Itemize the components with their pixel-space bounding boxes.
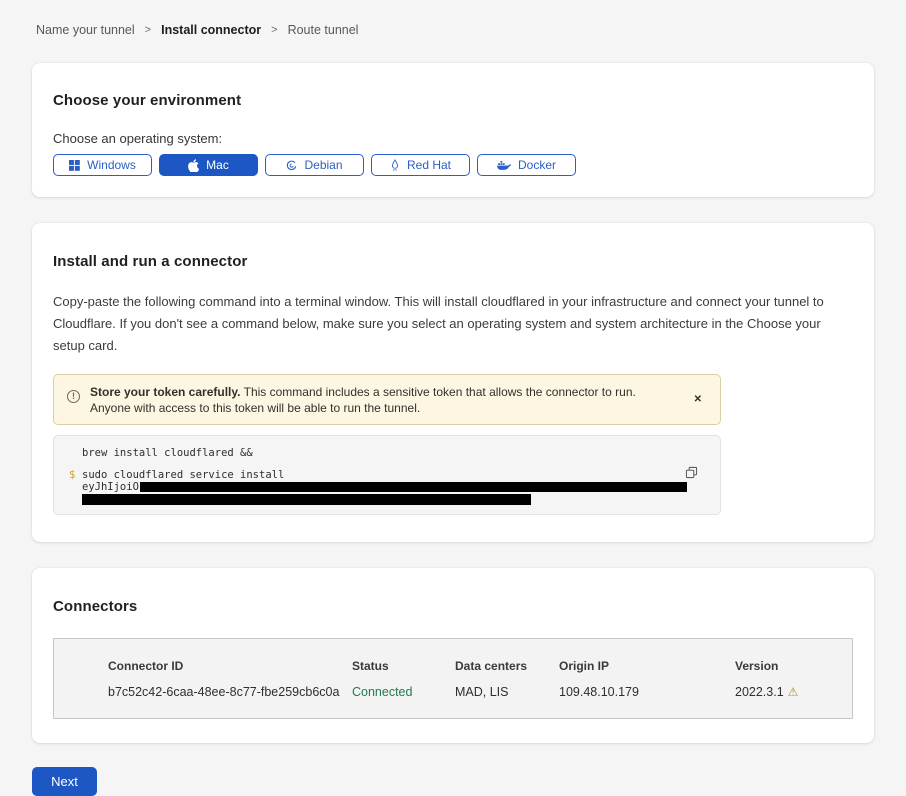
choose-environment-card: Choose your environment Choose an operat…: [32, 63, 874, 197]
os-button-mac[interactable]: Mac: [159, 154, 258, 176]
apple-icon: [188, 159, 199, 172]
copy-command-button[interactable]: [683, 464, 700, 484]
os-button-debian[interactable]: Debian: [265, 154, 364, 176]
token-warning-banner: ! Store your token carefully. This comma…: [53, 374, 721, 425]
breadcrumb-separator: >: [145, 24, 151, 36]
redacted-token-bar: [82, 494, 531, 505]
command-line-token: eyJhIjoiO: [69, 481, 680, 493]
install-command-codeblock[interactable]: brew install cloudflared && $sudo cloudf…: [53, 435, 721, 515]
shell-prompt: $: [69, 469, 82, 481]
command-line-token-2: [69, 493, 680, 505]
version-warning-icon: ⚠: [788, 685, 799, 699]
connector-status-value: Connected: [352, 685, 455, 699]
token-warning-text: Store your token carefully. This command…: [90, 383, 678, 416]
os-button-docker[interactable]: Docker: [477, 154, 576, 176]
breadcrumb-separator: >: [271, 24, 277, 36]
column-header-origin-ip: Origin IP: [559, 659, 735, 673]
os-button-redhat[interactable]: Red Hat: [371, 154, 470, 176]
os-button-windows[interactable]: Windows: [53, 154, 152, 176]
connector-origin-ip-value: 109.48.10.179: [559, 685, 735, 699]
os-label: Choose an operating system:: [53, 131, 853, 146]
connectors-table: Connector ID Status Data centers Origin …: [53, 638, 853, 719]
debian-icon: [286, 160, 297, 171]
breadcrumb-route-tunnel[interactable]: Route tunnel: [288, 23, 359, 37]
column-header-status: Status: [352, 659, 455, 673]
exclamation-circle-icon: !: [67, 390, 80, 403]
os-button-label: Windows: [87, 158, 136, 172]
redacted-token-bar: [140, 482, 687, 492]
install-connector-card: Install and run a connector Copy-paste t…: [32, 223, 874, 542]
windows-icon: [69, 160, 80, 171]
choose-environment-title: Choose your environment: [53, 92, 853, 109]
close-icon[interactable]: ✕: [688, 388, 708, 412]
os-button-label: Debian: [304, 158, 342, 172]
breadcrumb-install-connector[interactable]: Install connector: [161, 23, 261, 37]
connectors-title: Connectors: [53, 598, 853, 615]
connector-data-centers-value: MAD, LIS: [455, 685, 559, 699]
command-line-2: $sudo cloudflared service install: [69, 469, 680, 481]
connector-version-value: 2022.3.1⚠: [735, 685, 842, 699]
os-button-label: Docker: [518, 158, 556, 172]
column-header-connector-id: Connector ID: [108, 659, 352, 673]
tunnel-setup-page: Name your tunnel > Install connector > R…: [0, 23, 906, 796]
os-button-row: Windows Mac Debian: [53, 154, 853, 176]
column-header-version: Version: [735, 659, 842, 673]
next-button[interactable]: Next: [32, 767, 97, 796]
redhat-icon: [390, 159, 400, 171]
command-line-1: brew install cloudflared &&: [69, 447, 680, 459]
docker-icon: [497, 160, 511, 171]
install-description: Copy-paste the following command into a …: [53, 291, 845, 357]
token-warning-title: Store your token carefully.: [90, 385, 241, 399]
os-button-label: Mac: [206, 158, 229, 172]
install-connector-title: Install and run a connector: [53, 253, 845, 270]
breadcrumb: Name your tunnel > Install connector > R…: [32, 23, 874, 37]
connectors-card: Connectors Connector ID Status Data cent…: [32, 568, 874, 743]
copy-icon: [685, 467, 698, 482]
os-button-label: Red Hat: [407, 158, 451, 172]
connector-id-value: b7c52c42-6caa-48ee-8c77-fbe259cb6c0a: [108, 685, 352, 699]
column-header-data-centers: Data centers: [455, 659, 559, 673]
breadcrumb-name-your-tunnel[interactable]: Name your tunnel: [36, 23, 135, 37]
